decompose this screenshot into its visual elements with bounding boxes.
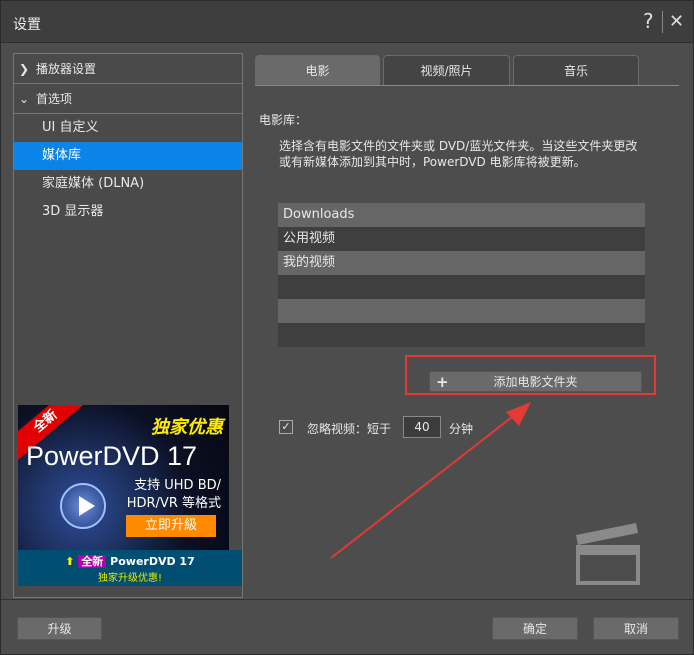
description: 选择含有电影文件的文件夹或 DVD/蓝光文件夹。当这些文件夹更改或有新媒体添加到…	[279, 139, 638, 169]
play-icon	[60, 483, 106, 529]
sidebar-item-3d[interactable]: 3D 显示器	[14, 198, 242, 226]
ok-button[interactable]: 确定	[492, 617, 578, 640]
arrow-up-icon: ⬆	[65, 555, 75, 568]
list-item	[278, 275, 645, 299]
ad-feature: HDR/VR 等格式	[126, 496, 221, 511]
divider	[662, 11, 663, 33]
window-title: 设置	[13, 17, 41, 33]
minutes-unit: 分钟	[449, 422, 474, 436]
cancel-button[interactable]: 取消	[593, 617, 679, 640]
ad-feature: 支持 UHD BD/	[134, 478, 221, 493]
list-item[interactable]: 公用视频	[278, 227, 645, 251]
sidebar-group-preferences[interactable]: ⌄ 首选项	[14, 84, 242, 114]
tab-movies[interactable]: 电影	[255, 55, 380, 85]
tab-music[interactable]: 音乐	[513, 55, 639, 85]
list-item[interactable]: 我的视频	[278, 251, 645, 275]
ad-slogan: 独家优惠	[151, 417, 223, 438]
section-label: 电影库：	[259, 113, 308, 127]
chevron-down-icon: ⌄	[19, 92, 30, 106]
settings-window: 设置 ? ✕ ❯ 播放器设置 ⌄ 首选项 UI 自定义 媒体库 家庭媒体 (DLNA…	[0, 0, 694, 655]
divider	[255, 85, 679, 86]
ad-bar-product: PowerDVD 17	[110, 555, 195, 568]
upgrade-button[interactable]: 升级	[17, 617, 102, 640]
help-icon[interactable]: ?	[643, 9, 654, 33]
ad-features: 支持 UHD BD/HDR/VR 等格式	[127, 477, 221, 513]
close-icon[interactable]: ✕	[669, 11, 684, 32]
new-badge: 全新	[78, 555, 107, 568]
ignore-minutes-input[interactable]: 40	[403, 416, 441, 438]
sidebar-item-ui[interactable]: UI 自定义	[14, 114, 242, 142]
ignore-checkbox[interactable]: ✓	[279, 420, 293, 434]
list-item	[278, 299, 645, 323]
sidebar-item-media-library[interactable]: 媒体库	[14, 142, 242, 170]
ad-product: PowerDVD 17	[26, 441, 198, 471]
list-item	[278, 323, 645, 347]
clapperboard-icon	[576, 523, 640, 585]
folder-list[interactable]: Downloads 公用视频 我的视频	[278, 203, 645, 347]
tab-video-photo[interactable]: 视频/照片	[383, 55, 510, 85]
sidebar-group-label: 播放器设置	[36, 62, 97, 76]
divider	[1, 599, 693, 600]
ad-link-bar[interactable]: ⬆ 全新 PowerDVD 17 独家升级优惠!	[18, 550, 242, 586]
ad-banner[interactable]: 全新 独家优惠 PowerDVD 17 支持 UHD BD/HDR/VR 等格式…	[18, 405, 229, 551]
chevron-right-icon: ❯	[19, 62, 30, 76]
sidebar-group-label: 首选项	[36, 92, 73, 106]
sidebar-group-player[interactable]: ❯ 播放器设置	[14, 54, 242, 84]
list-item[interactable]: Downloads	[278, 203, 645, 227]
ad-upgrade-button[interactable]: 立即升級	[126, 515, 216, 537]
title-bar: 设置 ? ✕	[1, 1, 693, 43]
ignore-label: 忽略视频：短于	[307, 422, 392, 436]
highlight-box	[405, 355, 656, 395]
sidebar-item-dlna[interactable]: 家庭媒体 (DLNA)	[14, 170, 242, 198]
ad-bar-sub: 独家升级优惠!	[97, 573, 162, 584]
